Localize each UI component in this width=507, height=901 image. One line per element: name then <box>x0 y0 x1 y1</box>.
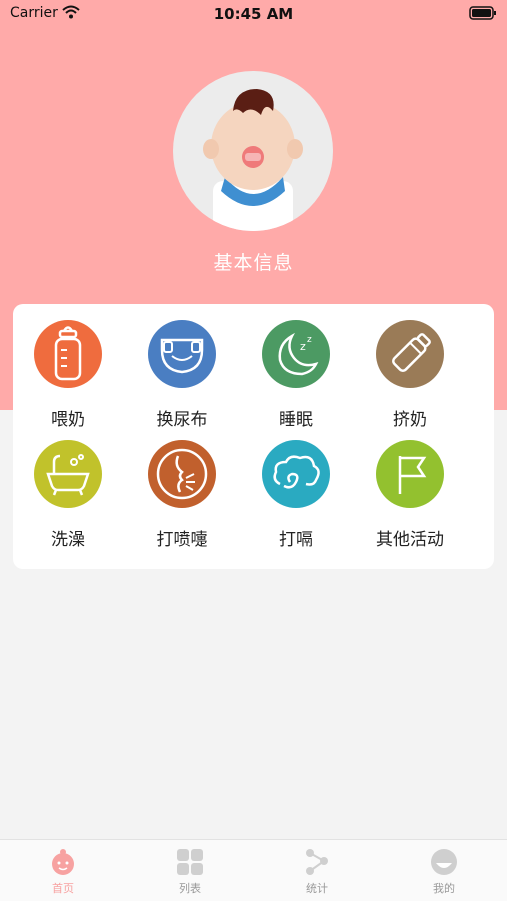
profile-title[interactable]: 基本信息 <box>0 248 507 275</box>
pump-bottle-icon <box>376 320 444 388</box>
svg-text:z: z <box>307 335 312 345</box>
activity-card: 喂奶 换尿布 z z 睡眠 挤奶 洗澡 打喷嚏 打嗝 其他活动 <box>13 304 494 569</box>
baby-avatar[interactable] <box>173 71 333 231</box>
activity-diaper[interactable]: 换尿布 <box>127 304 237 430</box>
status-bar: Carrier 10:45 AM <box>0 0 507 28</box>
home-baby-icon <box>48 847 78 881</box>
activity-label: 打嗝 <box>279 530 313 550</box>
tab-stats[interactable]: 统计 <box>254 840 380 901</box>
activity-bath[interactable]: 洗澡 <box>13 424 123 550</box>
tab-label: 统计 <box>306 882 328 895</box>
tab-profile[interactable]: 我的 <box>381 840 507 901</box>
sneeze-icon <box>148 440 216 508</box>
tab-home[interactable]: 首页 <box>0 840 126 901</box>
activity-feeding[interactable]: 喂奶 <box>13 304 123 430</box>
activity-sneeze[interactable]: 打喷嚏 <box>127 424 237 550</box>
activity-label: 打喷嚏 <box>156 530 208 550</box>
hiccup-cloud-icon <box>262 440 330 508</box>
tab-label: 首页 <box>52 882 74 895</box>
tab-label: 我的 <box>433 882 455 895</box>
stats-icon <box>302 847 332 881</box>
flag-icon <box>376 440 444 508</box>
diaper-icon <box>148 320 216 388</box>
status-time: 10:45 AM <box>213 5 294 23</box>
svg-text:z: z <box>300 340 306 353</box>
tab-label: 列表 <box>179 882 201 895</box>
activity-sleep[interactable]: z z 睡眠 <box>241 304 351 430</box>
activity-other[interactable]: 其他活动 <box>355 424 465 550</box>
grid-icon <box>175 847 205 881</box>
activity-label: 其他活动 <box>376 530 444 550</box>
activity-hiccup[interactable]: 打嗝 <box>241 424 351 550</box>
battery-icon <box>469 6 497 24</box>
tab-bar: 首页 列表 统计 我的 <box>0 839 507 901</box>
moon-sleep-icon: z z <box>262 320 330 388</box>
activity-pump[interactable]: 挤奶 <box>355 304 465 430</box>
profile-icon <box>429 847 459 881</box>
tab-list[interactable]: 列表 <box>127 840 253 901</box>
baby-bottle-icon <box>34 320 102 388</box>
activity-label: 洗澡 <box>51 530 85 550</box>
bathtub-icon <box>34 440 102 508</box>
